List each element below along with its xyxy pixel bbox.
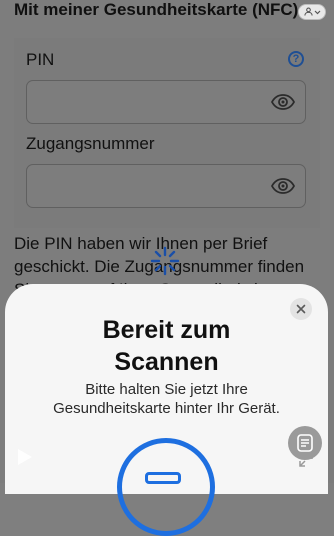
account-switcher[interactable] xyxy=(298,4,326,20)
access-number-field[interactable] xyxy=(26,164,306,208)
close-icon xyxy=(296,304,306,314)
phone-icon xyxy=(145,472,181,484)
access-number-label: Zugangsnummer xyxy=(26,134,155,153)
nfc-scan-icon xyxy=(117,438,215,536)
reader-icon xyxy=(297,434,313,452)
scan-title-line1: Bereit zum xyxy=(102,316,231,344)
scan-title: Bereit zum Scannen xyxy=(5,314,328,378)
eye-icon[interactable] xyxy=(270,178,296,199)
nfc-scan-sheet: Bereit zum Scannen Bitte halten Sie jetz… xyxy=(5,284,328,536)
scan-instruction: Bitte halten Sie jetzt Ihre Gesundheitsk… xyxy=(53,381,280,417)
eye-icon[interactable] xyxy=(270,94,296,115)
user-icon xyxy=(303,7,313,18)
help-icon[interactable]: ? xyxy=(288,51,304,67)
play-icon[interactable] xyxy=(16,447,34,472)
pin-label: PIN xyxy=(26,50,55,69)
credentials-form: PIN ? Zugangsnummer xyxy=(14,38,320,228)
loading-spinner-icon xyxy=(150,246,180,281)
scan-title-line2: Scannen xyxy=(114,348,219,376)
expand-icon[interactable] xyxy=(298,452,314,473)
page-title: Mit meiner Gesundheitskarte (NFC) xyxy=(14,0,299,19)
chevron-down-icon xyxy=(314,7,321,17)
pin-field[interactable] xyxy=(26,80,306,124)
